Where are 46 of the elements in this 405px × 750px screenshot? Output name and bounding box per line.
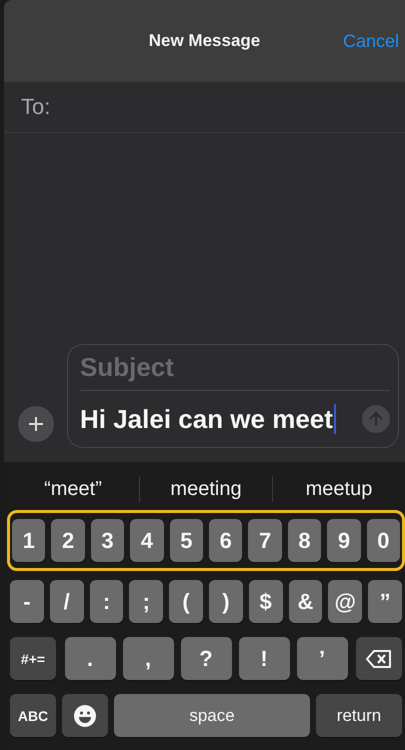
keyboard-key[interactable]: ? bbox=[180, 637, 232, 680]
keyboard-key[interactable]: : bbox=[90, 580, 124, 623]
emoji-key[interactable] bbox=[62, 694, 108, 737]
keyboard-key[interactable]: ) bbox=[208, 580, 243, 623]
word-suggestion[interactable]: meeting bbox=[140, 478, 272, 500]
keyboard-key[interactable]: ’ bbox=[296, 637, 348, 680]
text-cursor bbox=[334, 404, 336, 434]
smiley-icon bbox=[73, 704, 97, 728]
keyboard-key[interactable]: @ bbox=[328, 580, 362, 623]
keyboard-key[interactable]: . bbox=[64, 637, 116, 680]
word-suggestion[interactable]: “meet” bbox=[7, 478, 139, 500]
keyboard-key[interactable]: 8 bbox=[288, 519, 322, 562]
message-field[interactable]: Subject Hi Jalei can we meet bbox=[67, 344, 399, 448]
keyboard-key[interactable]: - bbox=[10, 580, 44, 623]
keyboard-key[interactable]: ; bbox=[129, 580, 164, 623]
space-key[interactable]: space bbox=[114, 694, 310, 737]
up-arrow-icon bbox=[369, 411, 383, 427]
keyboard-key[interactable]: 5 bbox=[170, 519, 204, 562]
mode-key[interactable]: ABC bbox=[10, 694, 56, 737]
keyboard-key[interactable]: 6 bbox=[209, 519, 242, 562]
mode-key[interactable]: #+= bbox=[10, 637, 56, 680]
keyboard-key[interactable]: 7 bbox=[248, 519, 282, 562]
window-title: New Message bbox=[148, 31, 260, 51]
word-suggestion[interactable]: meetup bbox=[273, 478, 405, 500]
keyboard-key[interactable]: , bbox=[122, 637, 174, 680]
message-text: Hi Jalei can we meet bbox=[80, 404, 333, 434]
keyboard-key[interactable]: & bbox=[288, 580, 322, 623]
keyboard-key[interactable]: ( bbox=[169, 580, 203, 623]
keyboard-key[interactable]: 2 bbox=[51, 519, 85, 562]
backspace-icon bbox=[366, 648, 392, 668]
plus-icon bbox=[29, 417, 43, 431]
delete-key[interactable] bbox=[356, 637, 402, 680]
keyboard-key[interactable]: 4 bbox=[130, 519, 164, 562]
keyboard-key[interactable]: 1 bbox=[12, 519, 46, 562]
keyboard-key[interactable]: ” bbox=[368, 580, 402, 623]
cancel-button[interactable]: Cancel bbox=[342, 31, 399, 52]
keyboard-key[interactable]: / bbox=[50, 580, 84, 623]
keyboard-key[interactable]: 0 bbox=[366, 519, 400, 562]
keyboard-key[interactable]: 9 bbox=[327, 519, 361, 562]
to-label: To: bbox=[21, 94, 50, 120]
return-key[interactable]: return bbox=[316, 694, 402, 737]
subject-field[interactable]: Subject bbox=[80, 345, 390, 391]
add-button[interactable] bbox=[18, 406, 54, 442]
keyboard-key[interactable]: 3 bbox=[90, 519, 124, 562]
keyboard-key[interactable]: ! bbox=[238, 637, 290, 680]
keyboard-key[interactable]: $ bbox=[248, 580, 283, 623]
